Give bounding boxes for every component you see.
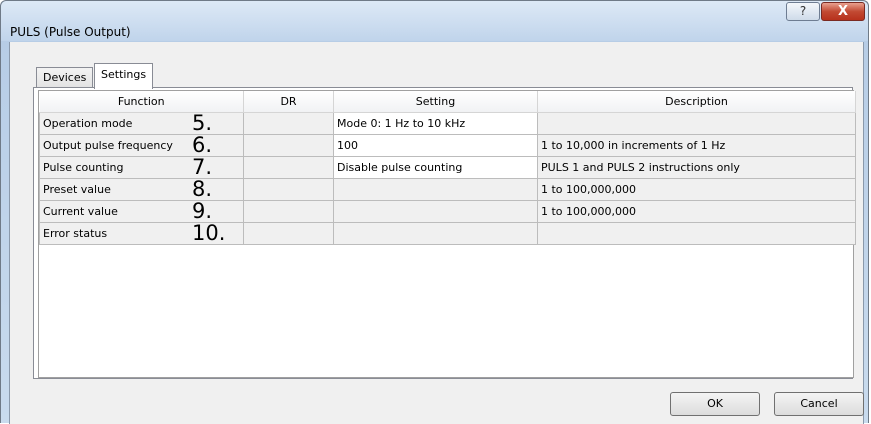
help-icon: ? <box>799 4 807 18</box>
column-header-description[interactable]: Description <box>537 91 856 113</box>
ok-button[interactable]: OK <box>670 392 760 416</box>
column-header-setting[interactable]: Setting <box>333 91 538 113</box>
description-cell: 1 to 100,000,000 <box>537 200 856 223</box>
function-label: Pulse counting <box>43 161 124 174</box>
dr-cell[interactable] <box>243 156 334 179</box>
table-row: Operation mode 5. Mode 0: 1 Hz to 10 kHz <box>39 111 856 135</box>
table-header-row: Function DR Setting Description <box>39 91 856 113</box>
description-cell: PULS 1 and PULS 2 instructions only <box>537 156 856 179</box>
callout-number: 8. <box>192 177 213 201</box>
table-row: Output pulse frequency 6. 100 1 to 10,000… <box>39 133 856 157</box>
setting-cell[interactable]: 100 <box>333 134 538 157</box>
dr-cell[interactable] <box>243 222 334 245</box>
dr-cell[interactable] <box>243 178 334 201</box>
cancel-button[interactable]: Cancel <box>774 392 864 416</box>
callout-number: 6. <box>192 133 213 157</box>
dialog-client-area: Devices Settings Function DR Setting Des… <box>9 42 864 424</box>
setting-cell[interactable] <box>333 222 538 245</box>
function-cell: Operation mode 5. <box>39 111 244 135</box>
dialog-window: PULS (Pulse Output) ? X Devices Settings… <box>0 0 869 424</box>
function-label: Error status <box>43 227 108 240</box>
dialog-title: PULS (Pulse Output) <box>10 25 131 39</box>
callout-number: 10. <box>192 221 226 245</box>
tab-settings[interactable]: Settings <box>94 63 154 89</box>
dr-cell[interactable] <box>243 200 334 223</box>
help-button[interactable]: ? <box>786 2 820 21</box>
table-row: Error status 10. <box>39 221 856 245</box>
dr-cell[interactable] <box>243 112 334 135</box>
dr-cell[interactable] <box>243 134 334 157</box>
tab-devices[interactable]: Devices <box>36 67 94 87</box>
callout-number: 7. <box>192 155 213 179</box>
function-cell: Preset value 8. <box>39 177 244 201</box>
function-cell: Error status 10. <box>39 221 244 245</box>
setting-cell[interactable] <box>333 200 538 223</box>
description-cell <box>537 222 856 245</box>
table-row: Preset value 8. 1 to 100,000,000 <box>39 177 856 201</box>
description-cell: 1 to 10,000 in increments of 1 Hz <box>537 134 856 157</box>
description-cell <box>537 112 856 135</box>
column-header-function[interactable]: Function <box>39 91 244 113</box>
setting-cell[interactable] <box>333 178 538 201</box>
function-cell: Pulse counting 7. <box>39 155 244 179</box>
function-cell: Output pulse frequency 6. <box>39 133 244 157</box>
callout-number: 5. <box>192 111 213 135</box>
settings-grid: Function DR Setting Description Operatio… <box>38 90 856 378</box>
table-row: Current value 9. 1 to 100,000,000 <box>39 199 856 223</box>
setting-cell[interactable]: Disable pulse counting <box>333 156 538 179</box>
function-cell: Current value 9. <box>39 199 244 223</box>
settings-table: Function DR Setting Description Operatio… <box>39 91 856 245</box>
settings-panel: Function DR Setting Description Operatio… <box>33 87 856 379</box>
close-button[interactable]: X <box>821 2 865 21</box>
setting-cell[interactable]: Mode 0: 1 Hz to 10 kHz <box>333 112 538 135</box>
function-label: Operation mode <box>43 117 133 130</box>
column-header-dr[interactable]: DR <box>243 91 334 113</box>
close-icon: X <box>837 4 849 19</box>
description-cell: 1 to 100,000,000 <box>537 178 856 201</box>
title-bar[interactable]: PULS (Pulse Output) ? X <box>1 1 868 41</box>
function-label: Current value <box>43 205 118 218</box>
function-label: Preset value <box>43 183 111 196</box>
function-label: Output pulse frequency <box>43 139 173 152</box>
callout-number: 9. <box>192 199 213 223</box>
table-row: Pulse counting 7. Disable pulse counting … <box>39 155 856 179</box>
